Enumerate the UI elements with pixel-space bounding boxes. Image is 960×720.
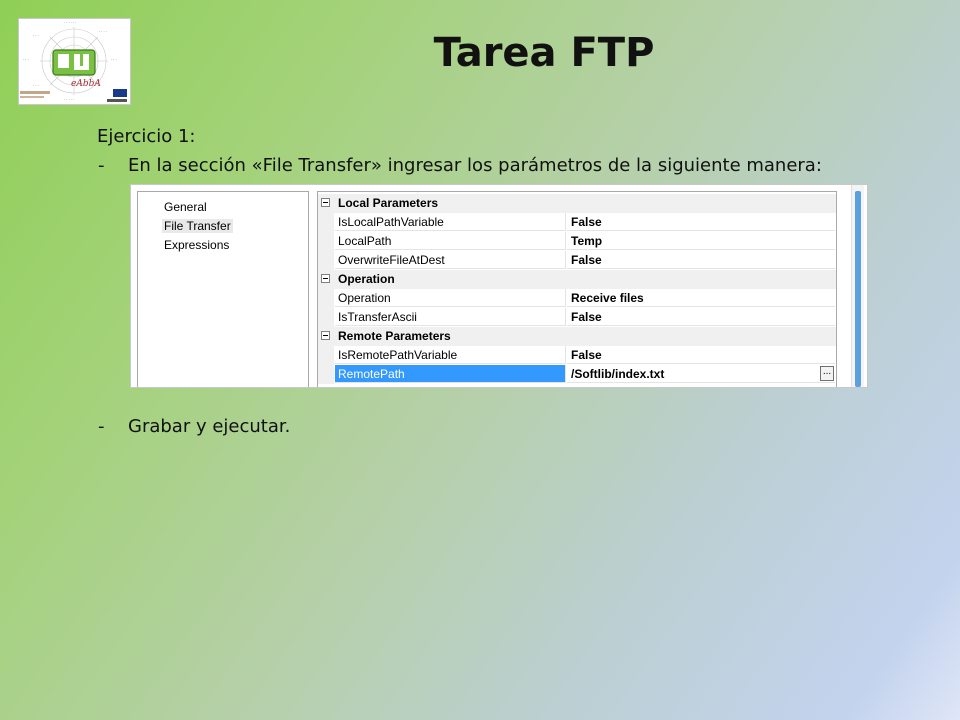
nav-pane: General File Transfer Expressions — [137, 191, 309, 387]
ellipsis-button[interactable]: ... — [820, 366, 834, 381]
property-value[interactable]: /Softlib/index.txt — [567, 365, 835, 383]
property-value[interactable]: False — [567, 308, 835, 326]
property-row-overwritefileatdest[interactable]: OverwriteFileAtDest False — [318, 251, 836, 270]
row-gutter — [318, 365, 334, 384]
row-gutter — [318, 289, 334, 308]
category-label: Remote Parameters — [338, 329, 451, 343]
property-value[interactable]: False — [567, 213, 835, 231]
nav-item-general[interactable]: General — [164, 200, 207, 214]
property-value[interactable]: Receive files — [567, 289, 835, 307]
property-row-remotepath[interactable]: RemotePath /Softlib/index.txt ... — [318, 365, 836, 384]
page-title: Tarea FTP — [433, 30, 655, 76]
nav-item-file-transfer[interactable]: File Transfer — [162, 219, 233, 233]
nav-item-expressions[interactable]: Expressions — [164, 238, 229, 252]
property-grid: Local Parameters IsLocalPathVariable Fal… — [317, 191, 837, 387]
category-remote-parameters[interactable]: Remote Parameters — [318, 327, 836, 346]
vertical-scrollbar[interactable] — [851, 185, 864, 387]
bullet-dash: - — [98, 155, 105, 176]
property-name: LocalPath — [335, 232, 566, 250]
category-local-parameters[interactable]: Local Parameters — [318, 194, 836, 213]
property-row-istransferascii[interactable]: IsTransferAscii False — [318, 308, 836, 327]
property-row-islocalpathvariable[interactable]: IsLocalPathVariable False — [318, 213, 836, 232]
property-name: RemotePath — [335, 365, 566, 383]
property-name: IsTransferAscii — [335, 308, 566, 326]
bullet-dash-2: - — [98, 416, 105, 437]
property-row-isremotepathvariable[interactable]: IsRemotePathVariable False — [318, 346, 836, 365]
property-value[interactable]: Temp — [567, 232, 835, 250]
final-step-text: Grabar y ejecutar. — [128, 416, 291, 437]
exercise-heading: Ejercicio 1: — [97, 126, 196, 147]
property-row-localpath[interactable]: LocalPath Temp — [318, 232, 836, 251]
category-operation[interactable]: Operation — [318, 270, 836, 289]
property-name: IsLocalPathVariable — [335, 213, 566, 231]
property-value[interactable]: False — [567, 346, 835, 364]
row-gutter — [318, 232, 334, 251]
collapse-icon[interactable] — [321, 198, 330, 207]
row-gutter — [318, 346, 334, 365]
svg-text:· · ·: · · · — [33, 84, 39, 88]
category-label: Local Parameters — [338, 196, 439, 210]
property-value[interactable]: False — [567, 251, 835, 269]
collapse-icon[interactable] — [321, 331, 330, 340]
ftp-task-editor-dialog: General File Transfer Expressions Local … — [130, 184, 868, 388]
scroll-thumb[interactable] — [855, 191, 861, 387]
property-name: IsRemotePathVariable — [335, 346, 566, 364]
instruction-text: En la sección «File Transfer» ingresar l… — [128, 155, 822, 176]
svg-text:· · · · ·: · · · · · — [64, 98, 74, 102]
row-gutter — [318, 308, 334, 327]
property-row-operation[interactable]: Operation Receive files — [318, 289, 836, 308]
logo-text: eAbbA — [71, 79, 101, 89]
collapse-icon[interactable] — [321, 274, 330, 283]
row-gutter — [318, 213, 334, 232]
property-name: Operation — [335, 289, 566, 307]
row-gutter — [318, 251, 334, 270]
property-name: OverwriteFileAtDest — [335, 251, 566, 269]
category-label: Operation — [338, 272, 395, 286]
svg-text:· · · · · ·: · · · · · · — [64, 21, 76, 25]
